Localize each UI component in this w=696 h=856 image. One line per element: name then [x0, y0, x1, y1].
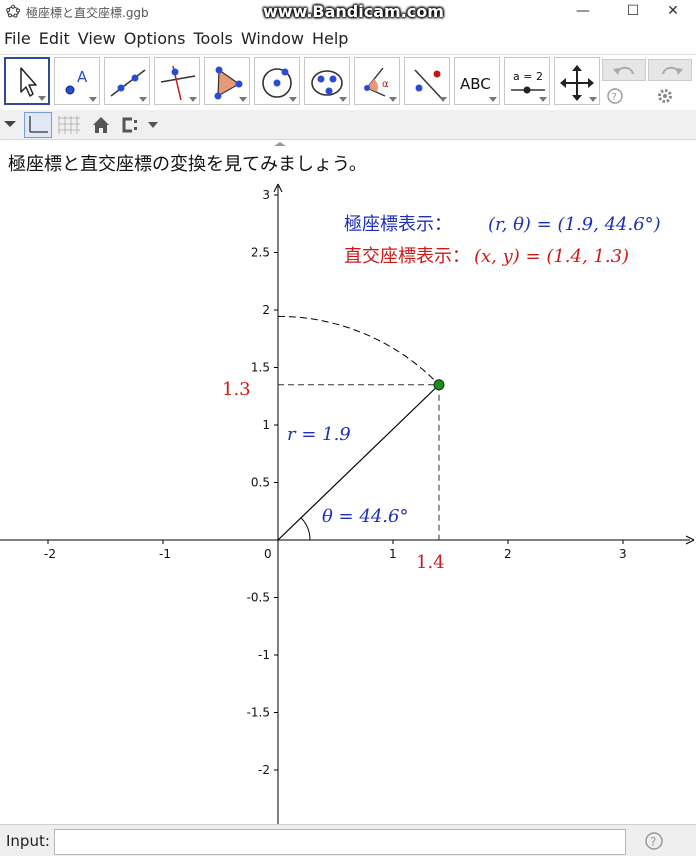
circle-tool[interactable]	[254, 57, 300, 105]
y-tick-label: 2.5	[251, 246, 270, 260]
polygon-tool[interactable]	[204, 57, 250, 105]
rect-label: 直交座標表示：	[344, 246, 470, 267]
x-tick-label: 1	[389, 547, 397, 561]
movable-point[interactable]	[433, 379, 445, 391]
x-tick-label: 3	[619, 547, 627, 561]
radius-arc	[277, 315, 440, 386]
menu-view[interactable]: View	[74, 26, 120, 52]
y-coordinate-marker: 1.3	[222, 379, 251, 400]
polar-label: 極座標表示：	[344, 214, 452, 235]
y-tick-label: 2	[262, 303, 270, 317]
toolbar-help-icon[interactable]: ?	[606, 87, 624, 105]
input-label: Input:	[6, 832, 50, 850]
x-tick-label: 0	[264, 547, 272, 561]
x-tick-label: 2	[504, 547, 512, 561]
svg-text:A: A	[77, 68, 88, 86]
input-bar: Input: ?	[0, 824, 696, 856]
home-icon[interactable]	[90, 114, 112, 136]
svg-text:?: ?	[650, 835, 656, 849]
svg-text:α: α	[382, 79, 389, 90]
y-tick-label: -1	[258, 648, 270, 662]
move-tool[interactable]	[4, 57, 50, 105]
reflect-tool[interactable]	[404, 57, 450, 105]
move-graphics-tool[interactable]	[554, 57, 600, 105]
svg-text:a = 2: a = 2	[513, 70, 543, 83]
point-capture-icon[interactable]	[118, 114, 164, 136]
x-coordinate-marker: 1.4	[416, 552, 445, 573]
minimize-button[interactable]: —	[560, 0, 606, 24]
input-field[interactable]	[54, 829, 626, 855]
geogebra-logo-icon	[6, 4, 20, 18]
polar-value: (r, θ) = (1.9, 44.6°)	[488, 214, 661, 235]
menu-options[interactable]: Options	[120, 26, 190, 52]
menu-bar: File Edit View Options Tools Window Help	[0, 26, 696, 52]
y-tick-label: -2	[258, 763, 270, 777]
angle-tool[interactable]: α	[354, 57, 400, 105]
graphics-view[interactable]: 極座標と直交座標の変換を見てみましょう。 -2 -1 0 1 2 3 -2 -1.5 -1 -0…	[0, 142, 696, 824]
gear-icon[interactable]	[656, 87, 674, 105]
redo-button[interactable]	[648, 59, 692, 81]
x-tick-label: -1	[159, 547, 171, 561]
rect-value: (x, y) = (1.4, 1.3)	[474, 246, 629, 267]
svg-text:?: ?	[612, 92, 617, 103]
y-tick-label: -1.5	[247, 706, 270, 720]
window-title: 極座標と直交座標.ggb	[26, 6, 149, 20]
undo-icon	[613, 66, 634, 75]
menu-edit[interactable]: Edit	[35, 26, 74, 52]
ellipse-tool[interactable]	[304, 57, 350, 105]
grid-toggle-icon[interactable]	[56, 112, 84, 138]
title-bar: 極座標と直交座標.ggb www.Bandicam.com — ☐ ✕	[0, 0, 696, 24]
help-icon[interactable]: ?	[644, 831, 664, 851]
coordinate-plane[interactable]: 極座標と直交座標の変換を見てみましょう。 -2 -1 0 1 2 3 -2 -1.5 -1 -0…	[0, 142, 696, 824]
y-tick-label: 0.5	[251, 476, 270, 490]
dropdown-triangle-icon[interactable]	[2, 116, 18, 132]
toolbar: A α ABC a = 2 ?	[0, 54, 696, 108]
angle-arc	[300, 517, 311, 541]
redo-icon	[662, 66, 683, 75]
view-collapse-handle[interactable]	[274, 142, 286, 146]
slider-tool[interactable]: a = 2	[504, 57, 550, 105]
menu-tools[interactable]: Tools	[189, 26, 236, 52]
axes: -2 -1 0 1 2 3 -2 -1.5 -1 -0.5 0.5 1 1.5 2 2.5 3	[0, 183, 695, 824]
undo-button[interactable]	[602, 59, 646, 81]
text-tool[interactable]: ABC	[454, 57, 500, 105]
menu-help[interactable]: Help	[308, 26, 352, 52]
menu-file[interactable]: File	[0, 26, 35, 52]
style-bar	[0, 110, 696, 140]
line-tool[interactable]	[104, 57, 150, 105]
close-button[interactable]: ✕	[650, 0, 696, 24]
y-tick-label: -0.5	[247, 591, 270, 605]
y-tick-label: 3	[262, 188, 270, 202]
radius-label: r = 1.9	[287, 424, 351, 445]
geogebra-window: 極座標と直交座標.ggb www.Bandicam.com — ☐ ✕ File…	[0, 0, 696, 856]
recording-watermark: www.Bandicam.com	[263, 2, 444, 21]
axes-toggle-icon[interactable]	[24, 112, 52, 138]
graphics-heading: 極座標と直交座標の変換を見てみましょう。	[8, 154, 367, 175]
x-tick-label: -2	[44, 547, 56, 561]
svg-text:ABC: ABC	[460, 75, 491, 93]
y-tick-label: 1.5	[251, 361, 270, 375]
y-tick-label: 1	[262, 418, 270, 432]
angle-label: θ = 44.6°	[322, 506, 408, 527]
point-tool[interactable]: A	[54, 57, 100, 105]
menu-window[interactable]: Window	[237, 26, 308, 52]
perpendicular-line-tool[interactable]	[154, 57, 200, 105]
